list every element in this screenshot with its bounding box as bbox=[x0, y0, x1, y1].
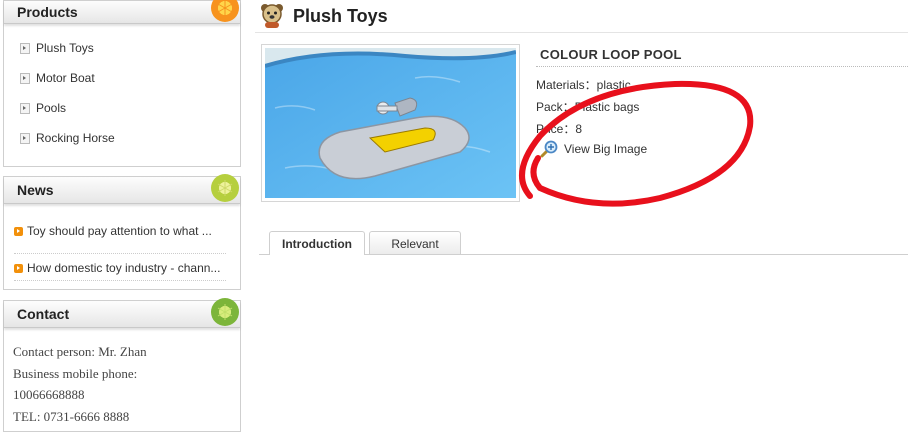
product-category-list: Plush Toys Motor Boat Pools Rocking Hors… bbox=[20, 41, 115, 161]
sidebar-item-pools[interactable]: Pools bbox=[20, 101, 115, 131]
news-item[interactable]: How domestic toy industry - chann... bbox=[14, 260, 226, 281]
news-item[interactable]: Toy should pay attention to what ... bbox=[14, 223, 226, 254]
news-bullet-icon bbox=[14, 227, 23, 236]
contact-title: Contact bbox=[17, 306, 70, 322]
tab-relevant[interactable]: Relevant bbox=[369, 231, 461, 254]
contact-box: Contact Contact person: Mr. Zhan Busines… bbox=[3, 298, 241, 432]
products-box: Products Plush Toys Motor Boat Pools Roc… bbox=[3, 0, 241, 167]
products-title: Products bbox=[17, 4, 78, 20]
arrow-bullet-icon bbox=[20, 43, 30, 54]
orange-slice-icon bbox=[211, 0, 239, 22]
lime-slice-icon bbox=[211, 174, 239, 202]
contact-mobile-number: 10066668888 bbox=[13, 387, 85, 402]
arrow-bullet-icon bbox=[20, 103, 30, 114]
tab-introduction[interactable]: Introduction bbox=[269, 231, 365, 255]
contact-person: Contact person: Mr. Zhan bbox=[13, 344, 147, 359]
contact-info: Contact person: Mr. Zhan Business mobile… bbox=[13, 341, 147, 427]
products-header: Products bbox=[4, 0, 240, 24]
sidebar-item-motor-boat[interactable]: Motor Boat bbox=[20, 71, 115, 101]
news-title: News bbox=[17, 182, 54, 198]
arrow-bullet-icon bbox=[20, 133, 30, 144]
bear-icon bbox=[258, 2, 286, 28]
contact-header: Contact bbox=[4, 298, 240, 328]
divider bbox=[536, 66, 908, 67]
product-name: COLOUR LOOP POOL bbox=[540, 47, 682, 62]
product-image[interactable] bbox=[261, 44, 520, 202]
main-content: Plush Toys COLOUR LOOP POOL Materials：pl… bbox=[255, 0, 908, 421]
news-bullet-icon bbox=[14, 264, 23, 273]
contact-tel: TEL: 0731-6666 8888 bbox=[13, 408, 130, 424]
news-header: News bbox=[4, 174, 240, 204]
contact-mobile-label: Business mobile phone: bbox=[13, 365, 138, 381]
product-tabs: Introduction Relevant bbox=[259, 231, 908, 255]
page-title: Plush Toys bbox=[293, 6, 388, 26]
sidebar-item-rocking-horse[interactable]: Rocking Horse bbox=[20, 131, 115, 161]
arrow-bullet-icon bbox=[20, 73, 30, 84]
news-list: Toy should pay attention to what ... How… bbox=[4, 215, 240, 281]
page-title-row: Plush Toys bbox=[255, 0, 908, 33]
lime-slice-icon bbox=[211, 298, 239, 326]
news-box: News Toy should pay attention to what ..… bbox=[3, 174, 241, 290]
sidebar-item-plush-toys[interactable]: Plush Toys bbox=[20, 41, 115, 71]
red-annotation-circle bbox=[519, 80, 754, 207]
